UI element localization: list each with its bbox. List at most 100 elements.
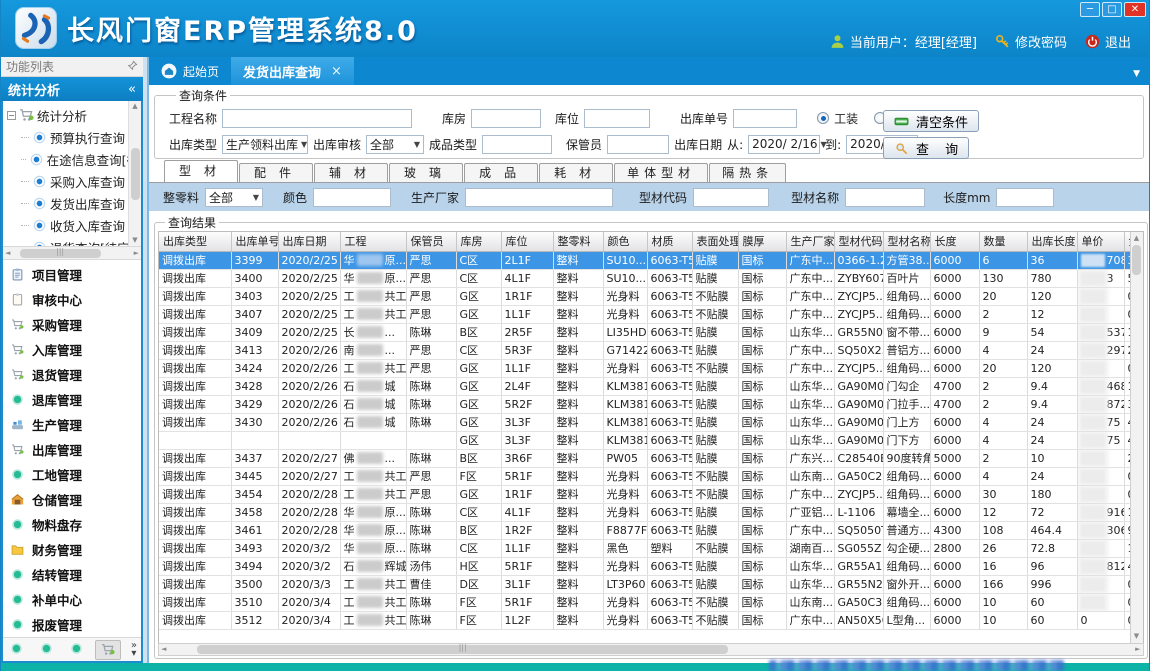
tree-expander-icon[interactable]: − <box>7 111 16 120</box>
more-buttons-chevron[interactable]: »▾ <box>131 642 137 658</box>
column-header[interactable]: 出库日期 <box>278 232 340 251</box>
pin-icon[interactable] <box>127 60 138 74</box>
column-header[interactable]: 工程 <box>340 232 406 251</box>
material-tab[interactable]: 成品 <box>464 163 538 182</box>
cart-toolbar-button[interactable] <box>95 640 121 660</box>
material-tab[interactable]: 玻璃 <box>389 163 463 182</box>
tree-item[interactable]: 采购入库查询 <box>7 170 139 192</box>
profile-code-input[interactable] <box>693 188 769 207</box>
column-header[interactable]: 保管员 <box>406 232 456 251</box>
table-row[interactable]: 调拨出库34372020/2/27佛...陈琳B区3R6F整料PW056063-… <box>159 449 1142 467</box>
table-row[interactable]: 调拨出库35102020/3/4工共工程陈琳F区5R1F整料光身料6063-T5… <box>159 593 1142 611</box>
table-vertical-scrollbar[interactable]: ▲ ▼ <box>1130 232 1143 643</box>
column-header[interactable]: 库房 <box>456 232 501 251</box>
tree-item[interactable]: 发货出库查询 <box>7 192 139 214</box>
column-header[interactable]: 单价 <box>1077 232 1124 251</box>
column-header[interactable]: 出库单号 <box>231 232 278 251</box>
length-mm-input[interactable] <box>996 188 1054 207</box>
column-header[interactable]: 膜厚 <box>738 232 786 251</box>
table-row[interactable]: 调拨出库34452020/2/27工共工程严思F区5R1F整料光身料6063-T… <box>159 467 1142 485</box>
out-audit-select[interactable]: 全部▼ <box>366 135 424 154</box>
column-header[interactable]: 整零料 <box>553 232 603 251</box>
table-row[interactable]: 调拨出库35122020/3/4工共工程陈琳F区1L2F整料光身料6063-T5… <box>159 611 1142 629</box>
column-header[interactable]: 出库类型 <box>159 232 231 251</box>
sidebar-item[interactable]: 退库管理 <box>11 387 141 412</box>
table-row[interactable]: 调拨出库34032020/2/25工共工程严思G区1R1F整料光身料6063-T… <box>159 287 1142 305</box>
scroll-left-icon[interactable]: ◄ <box>161 645 166 654</box>
search-button[interactable]: 查 询 <box>883 137 969 159</box>
tab-close-icon[interactable]: × <box>331 64 342 79</box>
sidebar-item[interactable]: 入库管理 <box>11 337 141 362</box>
whole-part-select[interactable]: 全部▼ <box>205 188 263 207</box>
scroll-left-icon[interactable]: ◄ <box>5 249 10 258</box>
manufacturer-input[interactable] <box>465 188 613 207</box>
table-row[interactable]: 调拨出库34942020/3/2石辉城汤伟H区5R1F整料光身料6063-T5贴… <box>159 557 1142 575</box>
sidebar-item[interactable]: 审核中心 <box>11 287 141 312</box>
quick-menu-dot-button[interactable] <box>37 642 55 658</box>
sidebar-item[interactable]: 仓储管理 <box>11 487 141 512</box>
sidebar-item[interactable]: 补单中心 <box>11 587 141 612</box>
scroll-thumb[interactable] <box>197 645 728 654</box>
tree-item[interactable]: 退货查询[待定] <box>7 236 139 247</box>
tree-root-statistics[interactable]: − 统计分析 <box>7 104 139 126</box>
column-header[interactable]: 表面处理 <box>692 232 738 251</box>
table-row[interactable]: 调拨出库34612020/2/28华原...陈琳B区1R2F整料F8877FT6… <box>159 521 1142 539</box>
product-type-input[interactable] <box>482 135 552 154</box>
table-row[interactable]: 调拨出库34542020/2/28工共工程严思G区1R1F整料光身料6063-T… <box>159 485 1142 503</box>
table-row[interactable]: 调拨出库34242020/2/26工共工程严思G区1L1F整料光身料6063-T… <box>159 359 1142 377</box>
column-header[interactable]: 型材名称 <box>883 232 930 251</box>
table-row[interactable]: 调拨出库33992020/2/25华原...严思C区2L1F整料SU10...6… <box>159 251 1142 269</box>
column-header[interactable]: 数量 <box>979 232 1027 251</box>
logout-button[interactable]: 退出 <box>1085 32 1131 51</box>
scroll-thumb[interactable] <box>1132 245 1141 275</box>
scroll-down-icon[interactable]: ▼ <box>132 236 137 245</box>
change-password-button[interactable]: 修改密码 <box>995 32 1067 51</box>
material-tab[interactable]: 单体型材 <box>614 163 708 182</box>
scroll-right-icon[interactable]: ► <box>1135 645 1140 654</box>
table-row[interactable]: 调拨出库34932020/3/2华原...陈琳C区1L1F整料黑色塑料不贴膜国标… <box>159 539 1142 557</box>
material-tab[interactable]: 配件 <box>239 163 313 182</box>
scroll-down-icon[interactable]: ▼ <box>1134 632 1139 641</box>
maximize-button[interactable]: □ <box>1102 2 1122 17</box>
date-from-select[interactable]: 2020/ 2/16▼ <box>748 135 820 154</box>
sidebar-item[interactable]: 财务管理 <box>11 537 141 562</box>
column-header[interactable]: 生产厂家 <box>786 232 834 251</box>
tab-shipment-out-query[interactable]: 发货出库查询 × <box>231 57 354 85</box>
project-name-input[interactable] <box>222 109 412 128</box>
table-row[interactable]: 调拨出库34072020/2/25工共工程严思G区1L1F整料光身料6063-T… <box>159 305 1142 323</box>
quick-menu-dot-button[interactable] <box>7 642 25 658</box>
column-header[interactable]: 颜色 <box>603 232 647 251</box>
table-row[interactable]: G区3L3F整料KLM38176063-T5贴膜国标山东华...GA90M09.… <box>159 431 1142 449</box>
keeper-input[interactable] <box>607 135 669 154</box>
material-tab[interactable]: 隔热条 <box>709 163 786 182</box>
table-row[interactable]: 调拨出库34302020/2/26石城陈琳G区3L3F整料KLM38176063… <box>159 413 1142 431</box>
column-header[interactable]: 库位 <box>501 232 553 251</box>
out-no-input[interactable] <box>733 109 797 128</box>
column-header[interactable]: 型材代码 <box>834 232 883 251</box>
quick-menu-dot-button[interactable] <box>67 642 85 658</box>
scroll-up-icon[interactable]: ▲ <box>1134 234 1139 243</box>
table-row[interactable]: 调拨出库34282020/2/26石城陈琳G区2L4F整料KLM38176063… <box>159 377 1142 395</box>
sidebar-item[interactable]: 项目管理 <box>11 262 141 287</box>
sidebar-item[interactable]: 物料盘存 <box>11 512 141 537</box>
warehouse-input[interactable] <box>471 109 541 128</box>
column-header[interactable]: 材质 <box>647 232 692 251</box>
tree-item[interactable]: 预算执行查询 <box>7 126 139 148</box>
profile-name-input[interactable] <box>845 188 925 207</box>
scroll-right-icon[interactable]: ► <box>134 249 139 258</box>
scroll-track[interactable] <box>168 645 1133 654</box>
sidebar-item[interactable]: 生产管理 <box>11 412 141 437</box>
tree-vertical-scrollbar[interactable]: ▲ ▼ <box>128 101 141 246</box>
tab-list-caret-icon[interactable]: ▼ <box>1133 69 1140 79</box>
sidebar-item[interactable]: 采购管理 <box>11 312 141 337</box>
scroll-thumb[interactable] <box>131 148 140 200</box>
tree-item[interactable]: 收货入库查询 <box>7 214 139 236</box>
table-row[interactable]: 调拨出库35002020/3/3工共工程曹佳D区3L1F整料LT3P606063… <box>159 575 1142 593</box>
section-header-statistics[interactable]: 统计分析 « <box>1 77 143 101</box>
location-input[interactable] <box>584 109 650 128</box>
color-input[interactable] <box>313 188 391 207</box>
table-row[interactable]: 调拨出库34132020/2/26南...严思C区5R3F整料G71422606… <box>159 341 1142 359</box>
radio-gongzhuang[interactable] <box>817 112 829 124</box>
sidebar-item[interactable]: 结转管理 <box>11 562 141 587</box>
table-row[interactable]: 调拨出库34092020/2/25长...陈琳B区2R5F整料LI35HD606… <box>159 323 1142 341</box>
